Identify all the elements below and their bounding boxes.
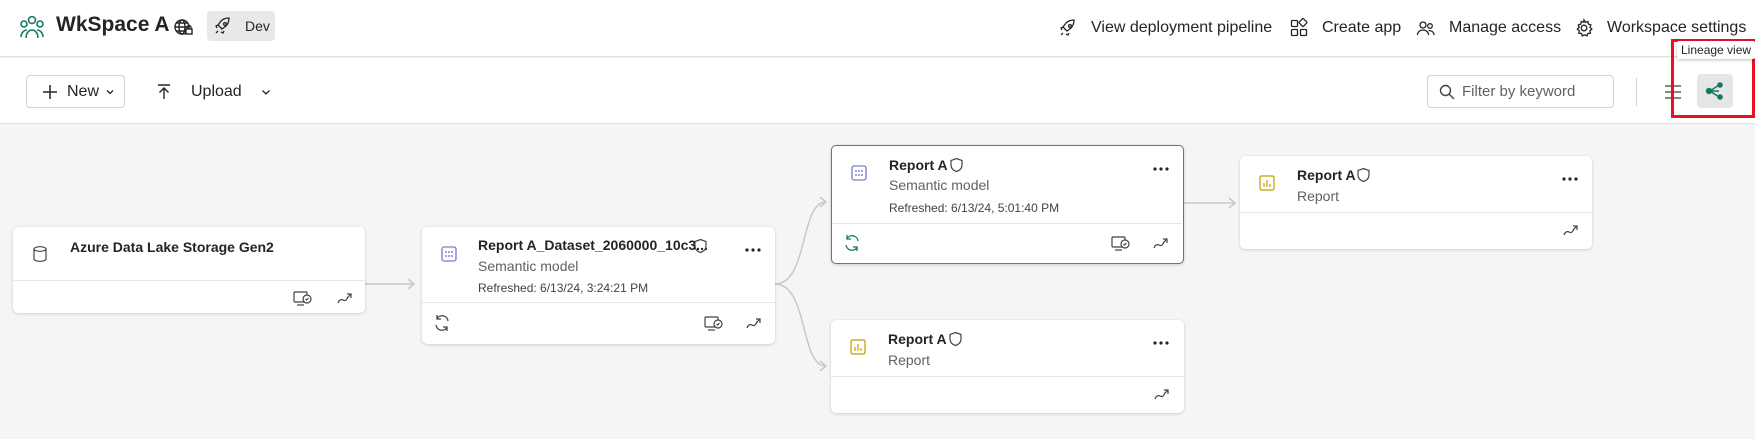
workspace-settings-button[interactable]: Workspace settings [1574,16,1746,40]
filter-field[interactable] [1427,75,1614,108]
refresh-icon[interactable] [432,313,452,333]
sensitivity-shield-icon[interactable] [949,157,964,173]
create-app-label: Create app [1322,19,1402,36]
sensitivity-shield-icon[interactable] [948,331,963,347]
report-icon [850,339,866,355]
node-refreshed: Refreshed: 6/13/24, 3:24:21 PM [478,281,649,295]
lineage-node-adls[interactable]: Azure Data Lake Storage Gen2 [13,227,365,313]
card-divider [1240,212,1592,213]
node-name: Azure Data Lake Storage Gen2 [70,239,274,255]
lineage-node-report-top[interactable]: Report A Report [1240,156,1592,249]
semantic-model-icon [851,165,867,181]
stage-badge-label: Dev [245,18,270,34]
connector-dataset-to-report [774,283,826,367]
impact-analysis-icon[interactable] [292,288,312,308]
card-divider [422,302,775,303]
upload-button-label: Upload [191,83,242,100]
gear-icon [1576,18,1593,37]
new-button-label: New [67,82,100,100]
refresh-icon[interactable] [842,233,862,253]
view-deployment-pipeline-button[interactable]: View deployment pipeline [1058,16,1272,40]
card-divider [831,376,1184,377]
more-options-icon[interactable] [1151,165,1171,173]
show-lineage-icon[interactable] [1561,220,1581,240]
node-name: Report A_Dataset_2060000_10c3... [478,237,708,253]
upload-button[interactable]: Upload [155,78,272,106]
workspace-title: WkSpace A [56,13,170,36]
plus-icon [43,84,57,99]
connector-dataset-to-semantic-model [774,201,826,285]
node-name: Report A [888,331,947,347]
manage-access-label: Manage access [1449,19,1562,36]
filter-input[interactable] [1462,83,1612,100]
lineage-node-report-bottom[interactable]: Report A Report [831,320,1184,413]
node-type: Semantic model [478,258,579,274]
show-lineage-icon[interactable] [744,313,764,333]
chevron-down-icon [261,90,270,95]
people-icon [1416,21,1435,36]
lineage-node-dataset[interactable]: Report A_Dataset_2060000_10c3... Semanti… [422,227,775,344]
toolbar-divider [1636,78,1637,106]
more-options-icon[interactable] [743,246,763,254]
sensitivity-shield-icon[interactable] [1356,167,1371,183]
workspace-toolbar: New Upload [0,58,1755,124]
workspace-settings-label: Workspace settings [1607,19,1747,36]
manage-access-button[interactable]: Manage access [1416,16,1561,40]
semantic-model-icon [441,246,457,262]
card-divider [13,280,365,281]
node-type: Semantic model [889,177,990,193]
report-icon [1259,175,1275,191]
workspace-header: WkSpace A Dev View deployment pipeline C… [0,0,1755,57]
node-name: Report A [889,157,948,173]
upload-icon [158,84,170,99]
node-type: Report [1297,188,1340,204]
chevron-down-icon [106,89,114,94]
impact-analysis-icon[interactable] [1110,233,1130,253]
database-icon [33,246,47,262]
app-grid-icon [1290,18,1308,37]
workspace-icon [20,15,44,39]
show-lineage-icon[interactable] [335,288,355,308]
show-lineage-icon[interactable] [1151,233,1171,253]
search-icon [1439,84,1455,99]
node-type: Report [888,352,931,368]
lineage-canvas[interactable]: Azure Data Lake Storage Gen2 Report A_Da… [0,124,1755,439]
show-lineage-icon[interactable] [1152,384,1172,404]
globe-lock-icon[interactable] [173,17,193,37]
node-refreshed: Refreshed: 6/13/24, 5:01:40 PM [889,201,1060,215]
more-options-icon[interactable] [1560,175,1580,183]
node-name: Report A [1297,167,1356,183]
impact-analysis-icon[interactable] [703,313,723,333]
rocket-icon [1060,19,1075,36]
view-deployment-pipeline-label: View deployment pipeline [1091,19,1273,36]
card-divider [832,223,1182,224]
create-app-button[interactable]: Create app [1289,16,1401,40]
lineage-view-tooltip: Lineage view [1677,41,1755,59]
stage-badge[interactable]: Dev [207,11,275,41]
more-options-icon[interactable] [1151,339,1171,347]
new-button[interactable]: New [26,75,125,108]
lineage-node-semantic-model[interactable]: Report A Semantic model Refreshed: 6/13/… [831,145,1184,264]
rocket-icon [215,17,230,34]
sensitivity-shield-icon[interactable] [693,238,708,254]
